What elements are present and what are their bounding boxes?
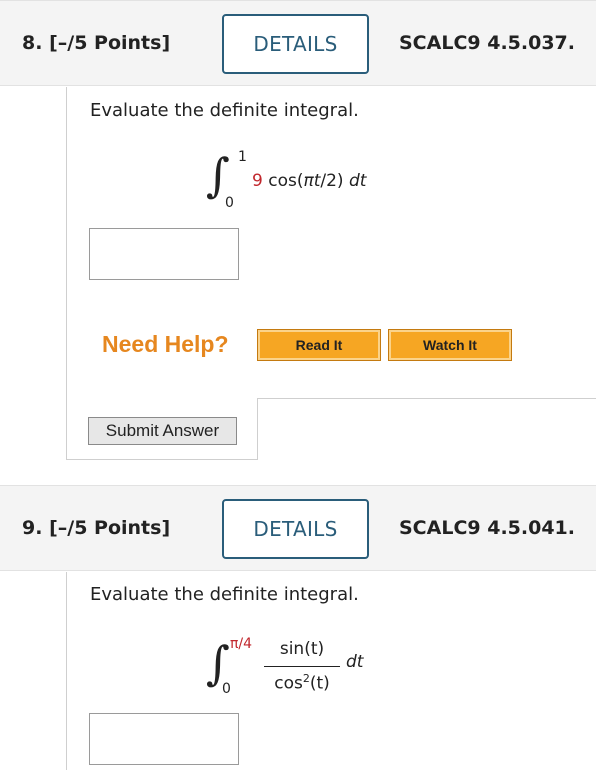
details-button[interactable]: DETAILS: [222, 499, 369, 559]
integral-lower-limit: 0: [222, 681, 231, 697]
question-number: 9.: [22, 517, 43, 539]
question-9-title: 9. [–/5 Points]: [22, 517, 170, 539]
integral-lower-limit: 0: [225, 195, 234, 211]
question-code: SCALC9 4.5.041.: [399, 517, 575, 539]
denominator-argument: (t): [309, 673, 330, 694]
watch-it-button[interactable]: Watch It: [388, 329, 512, 361]
question-code: SCALC9 4.5.037.: [399, 32, 575, 54]
panel-divider-vertical: [257, 398, 258, 460]
integrand-divisor: /2): [320, 171, 344, 191]
integrand-differential: dt: [348, 171, 367, 191]
integrand-variable: πt: [303, 171, 321, 191]
details-button[interactable]: DETAILS: [222, 14, 369, 74]
panel-left-border: [66, 87, 67, 459]
integral-sign: ∫: [206, 636, 230, 690]
answer-input[interactable]: [89, 228, 239, 280]
integrand-function: cos(: [268, 171, 304, 191]
question-8-header: 8. [–/5 Points] DETAILS SCALC9 4.5.037.: [0, 0, 596, 86]
fraction-numerator: sin(t): [279, 639, 325, 659]
question-points: [–/5 Points]: [49, 517, 171, 539]
fraction-denominator: cos2(t): [266, 672, 338, 694]
answer-input[interactable]: [89, 713, 239, 765]
denominator-function: cos: [274, 673, 303, 694]
panel-bottom-border: [66, 459, 258, 460]
question-8-title: 8. [–/5 Points]: [22, 32, 170, 54]
fraction-bar: [264, 666, 340, 667]
question-prompt: Evaluate the definite integral.: [90, 584, 359, 605]
integral-sign: ∫: [206, 148, 230, 202]
integrand-differential: dt: [346, 652, 364, 672]
question-prompt: Evaluate the definite integral.: [90, 100, 359, 121]
submit-answer-button[interactable]: Submit Answer: [88, 417, 237, 445]
question-9-header: 9. [–/5 Points] DETAILS SCALC9 4.5.041.: [0, 485, 596, 571]
denominator-exponent: 2: [302, 672, 310, 685]
integrand-coefficient: 9: [252, 171, 263, 191]
panel-divider: [258, 398, 596, 399]
question-number: 8.: [22, 32, 43, 54]
read-it-button[interactable]: Read It: [257, 329, 381, 361]
integrand: 9 cos(πt/2) dt: [252, 171, 366, 191]
panel-left-border: [66, 572, 67, 770]
question-points: [–/5 Points]: [49, 32, 171, 54]
integral-upper-limit: π/4: [230, 636, 253, 652]
need-help-label: Need Help?: [102, 331, 229, 357]
integral-upper-limit: 1: [238, 149, 247, 165]
